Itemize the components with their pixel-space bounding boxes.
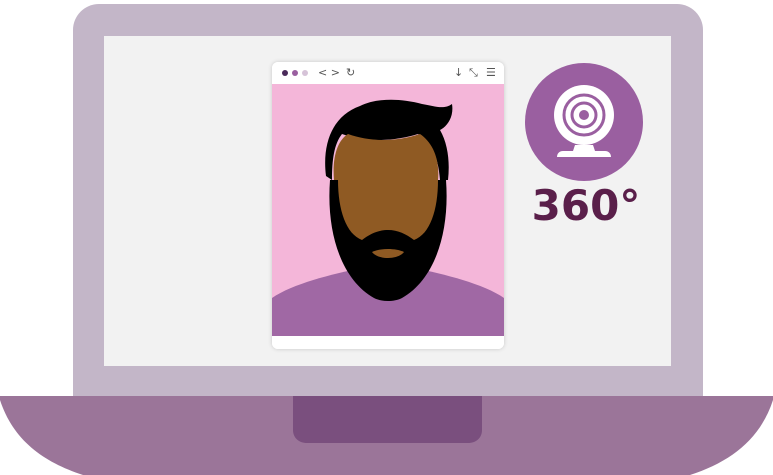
trackpad-notch — [293, 396, 482, 443]
browser-footer — [272, 336, 504, 349]
download-icon[interactable]: ↓ — [454, 66, 463, 80]
browser-viewport — [272, 84, 504, 336]
window-dot-1[interactable] — [282, 70, 288, 76]
webcam-badge — [525, 63, 643, 181]
badge-360-label: 360° — [531, 181, 641, 230]
chevron-left-right-icon[interactable]: < > — [318, 66, 340, 80]
laptop-illustration: < > ↻ ↓ ⤡ ☰ 360° — [0, 0, 773, 475]
reload-icon[interactable]: ↻ — [346, 66, 355, 80]
expand-icon[interactable]: ⤡ — [469, 66, 478, 80]
avatar-face — [333, 134, 439, 245]
window-dot-2[interactable] — [292, 70, 298, 76]
bearded-man-avatar-icon — [272, 99, 504, 336]
webcam-icon — [554, 85, 614, 157]
browser-toolbar: < > ↻ ↓ ⤡ ☰ — [272, 62, 504, 84]
window-dot-3[interactable] — [302, 70, 308, 76]
browser-window: < > ↻ ↓ ⤡ ☰ — [272, 62, 504, 349]
hamburger-menu-icon[interactable]: ☰ — [486, 66, 496, 80]
